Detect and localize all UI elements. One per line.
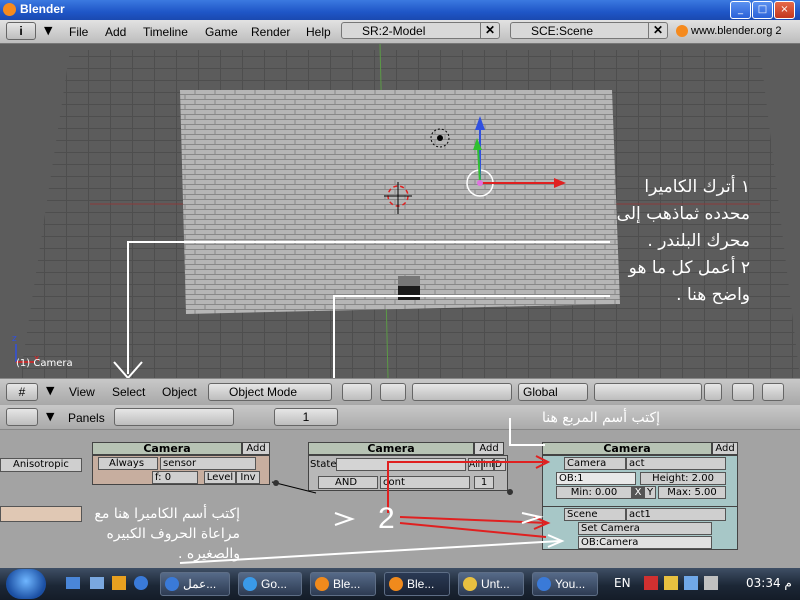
orientation-dropdown[interactable]: Global — [518, 383, 588, 401]
screen-selector[interactable]: SR:2-Model ✕ — [341, 22, 500, 39]
3d-view-header: # ▼ View Select Object Object Mode Globa… — [0, 378, 800, 406]
annotation-note-1: ١ أترك الكاميرا محدده ثماذهب إلى محرك ال… — [616, 177, 750, 305]
network-icon[interactable] — [684, 576, 698, 590]
manipulator-toggles[interactable] — [412, 383, 512, 401]
blender-logo-icon — [3, 3, 16, 16]
object-label: (1) Camera — [16, 358, 73, 369]
title-bar: Blender _ □ × — [0, 0, 800, 20]
language-indicator[interactable]: EN — [614, 576, 631, 590]
draw-type-dropdown[interactable] — [342, 383, 372, 401]
menu-render[interactable]: Render — [251, 25, 290, 39]
menu-object[interactable]: Object — [162, 385, 197, 399]
info-icon[interactable]: i — [6, 22, 36, 40]
maximize-button[interactable]: □ — [752, 1, 773, 19]
quicklaunch-explorer-icon[interactable] — [90, 577, 104, 589]
taskbar-item-5[interactable]: Unt... — [458, 572, 524, 596]
layer-buttons[interactable] — [594, 383, 702, 401]
security-icon[interactable] — [644, 576, 658, 590]
pivot-dropdown[interactable] — [380, 383, 406, 401]
quicklaunch-media-icon[interactable] — [112, 576, 126, 590]
render-icon[interactable] — [732, 383, 754, 401]
volume-icon[interactable] — [704, 576, 718, 590]
quicklaunch-desktop-icon[interactable] — [66, 577, 80, 589]
close-button[interactable]: × — [774, 1, 795, 19]
close-icon[interactable]: ✕ — [480, 22, 499, 39]
menu-timeline[interactable]: Timeline — [143, 25, 188, 39]
step-number-2: 2 — [378, 502, 395, 535]
blender-logo-icon — [676, 25, 688, 37]
quicklaunch-firefox-icon[interactable] — [134, 576, 148, 590]
collapse-triangle-icon[interactable]: ▼ — [46, 384, 54, 397]
tray-icons[interactable] — [644, 576, 740, 592]
menu-help[interactable]: Help — [306, 25, 331, 39]
annotation-camera-name: إكتب أسم الكاميرا هنا مع مراعاة الحروف ا… — [94, 506, 240, 562]
start-button[interactable] — [6, 569, 46, 599]
collapse-triangle-icon[interactable]: ▼ — [44, 24, 52, 37]
axis-z-label: z — [12, 334, 17, 344]
taskbar-item-2[interactable]: Go... — [238, 572, 302, 596]
clock[interactable]: 03:34 م — [746, 576, 792, 590]
minimize-button[interactable]: _ — [730, 1, 751, 19]
editor-type-button[interactable]: # — [6, 383, 38, 401]
taskbar: عمل... Go... Ble... Ble... Unt... You...… — [0, 568, 800, 600]
taskbar-item-1[interactable]: عمل... — [160, 572, 230, 596]
snapshot-icon[interactable] — [762, 383, 784, 401]
menu-select[interactable]: Select — [112, 385, 145, 399]
window-title: Blender — [20, 2, 65, 16]
taskbar-item-3[interactable]: Ble... — [310, 572, 376, 596]
folder-icon[interactable] — [664, 576, 678, 590]
close-icon[interactable]: ✕ — [648, 22, 667, 39]
menu-add[interactable]: Add — [105, 25, 126, 39]
menu-file[interactable]: File — [69, 25, 88, 39]
annotation-box-name: إكتب أسم المربع هنا — [541, 410, 660, 426]
blender-url[interactable]: www.blender.org 2 — [691, 25, 782, 37]
taskbar-item-4[interactable]: Ble... — [384, 572, 450, 596]
lock-icon[interactable] — [704, 383, 722, 401]
taskbar-item-6[interactable]: You... — [532, 572, 598, 596]
mode-dropdown[interactable]: Object Mode — [208, 383, 332, 401]
menu-bar: i ▼ File Add Timeline Game Render Help S… — [0, 20, 800, 44]
menu-view[interactable]: View — [69, 385, 95, 399]
3d-viewport[interactable]: z x (1) Camera ١ أترك الكاميرا محدده ثما… — [0, 44, 800, 378]
menu-game[interactable]: Game — [205, 25, 238, 39]
scene-selector[interactable]: SCE:Scene ✕ — [510, 22, 668, 39]
